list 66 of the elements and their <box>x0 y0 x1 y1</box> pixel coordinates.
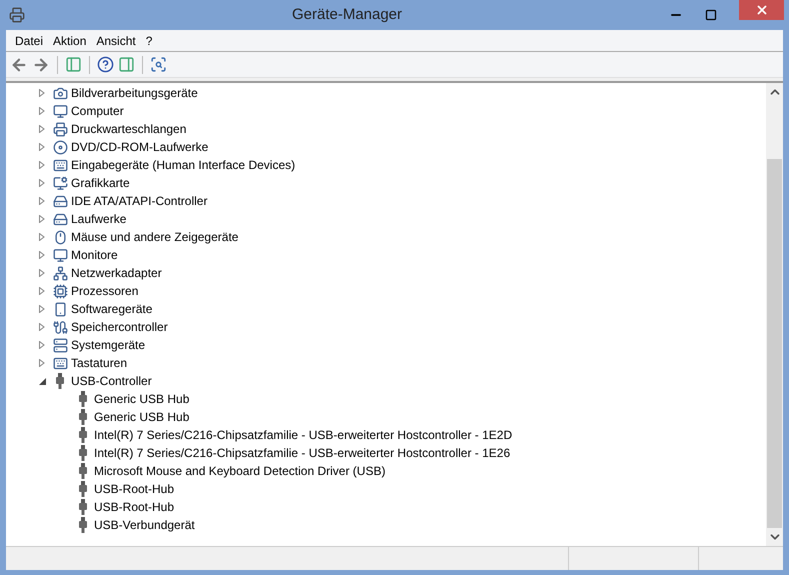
mouse-icon <box>52 230 68 244</box>
tree-item[interactable]: Softwaregeräte <box>71 300 152 318</box>
tree-item[interactable]: Prozessoren <box>71 282 138 300</box>
maximize-icon[interactable] <box>705 9 717 21</box>
disc-icon <box>52 140 68 154</box>
tree-item[interactable]: Systemgeräte <box>71 336 146 354</box>
close-button[interactable] <box>739 0 784 20</box>
tree-item[interactable]: Tastaturen <box>71 354 128 372</box>
window-title: Geräte-Manager <box>290 4 404 25</box>
scan-hardware-icon[interactable] <box>150 56 167 73</box>
usb-plug-icon <box>78 409 88 425</box>
tree-item[interactable]: IDE ATA/ATAPI-Controller <box>71 192 208 210</box>
tree-item[interactable]: Speichercontroller <box>71 318 168 336</box>
window-panel-icon[interactable] <box>65 56 82 73</box>
tree-item[interactable]: USB-Root-Hub <box>94 480 174 498</box>
usb-plug-icon <box>78 445 88 461</box>
forward-icon[interactable] <box>32 56 50 74</box>
tree-item[interactable]: USB-Root-Hub <box>94 498 174 516</box>
tree-item[interactable]: Mäuse und andere Zeigegeräte <box>71 228 238 246</box>
connector-icon <box>52 320 68 334</box>
close-icon <box>754 3 768 17</box>
usb-plug-icon <box>78 391 88 407</box>
app-icon <box>9 7 25 23</box>
usb-plug-icon <box>78 463 88 479</box>
tree-item[interactable]: Laufwerke <box>71 210 126 228</box>
tree-item[interactable]: USB-Verbundgerät <box>94 516 195 534</box>
tree-item[interactable]: Computer <box>71 102 124 120</box>
tree-item[interactable]: Intel(R) 7 Series/C216-Chipsatzfamilie - USB-erweiterter Hostcontroller - 1E26 <box>94 444 510 462</box>
chip-icon <box>52 284 68 298</box>
tree-item[interactable]: Generic USB Hub <box>94 390 190 408</box>
usb-plug-icon <box>78 499 88 515</box>
collapse-arrow-icon[interactable] <box>39 378 49 384</box>
device-icon <box>52 302 68 316</box>
tree-item[interactable]: DVD/CD-ROM-Laufwerke <box>71 138 208 156</box>
tree-item[interactable]: Eingabegeräte (Human Interface Devices) <box>71 156 296 174</box>
tree-item[interactable]: USB-Controller <box>71 372 152 390</box>
menu-item[interactable]: ? <box>140 32 158 50</box>
menu-item[interactable]: Datei <box>10 32 48 50</box>
network-icon <box>52 266 68 280</box>
drive-icon <box>52 194 68 208</box>
keyboard-icon <box>52 356 68 370</box>
scrollbar[interactable] <box>766 83 783 546</box>
tree-item[interactable]: Microsoft Mouse and Keyboard Detection Driver (USB) <box>94 462 386 480</box>
usb-plug-icon <box>78 427 88 443</box>
tree-item[interactable]: Netzwerkadapter <box>71 264 162 282</box>
tree-item[interactable]: Druckwarteschlangen <box>71 120 186 138</box>
drive-icon <box>52 212 68 226</box>
keyboard-icon <box>52 158 68 172</box>
tree-item[interactable]: Bildverarbeitungsgeräte <box>71 84 198 102</box>
tree-item[interactable]: Grafikkarte <box>71 174 130 192</box>
camera-icon <box>52 86 68 100</box>
usb-plug-icon <box>78 517 88 533</box>
monitor-icon <box>52 248 68 262</box>
usb-plug-icon <box>55 373 65 389</box>
tree-item[interactable]: Intel(R) 7 Series/C216-Chipsatzfamilie - USB-erweiterter Hostcontroller - 1E2D <box>94 426 512 444</box>
monitor-icon <box>52 176 68 190</box>
scrollbar-thumb[interactable] <box>767 159 782 528</box>
menu-item[interactable]: Ansicht <box>91 32 141 50</box>
back-icon[interactable] <box>10 56 28 74</box>
help-icon[interactable] <box>97 56 114 73</box>
usb-plug-icon <box>78 481 88 497</box>
printer-icon <box>52 122 68 136</box>
tree-item[interactable]: Generic USB Hub <box>94 408 190 426</box>
menu-item[interactable]: Aktion <box>48 32 92 50</box>
tree-item[interactable]: Monitore <box>71 246 118 264</box>
monitor-icon <box>52 104 68 118</box>
